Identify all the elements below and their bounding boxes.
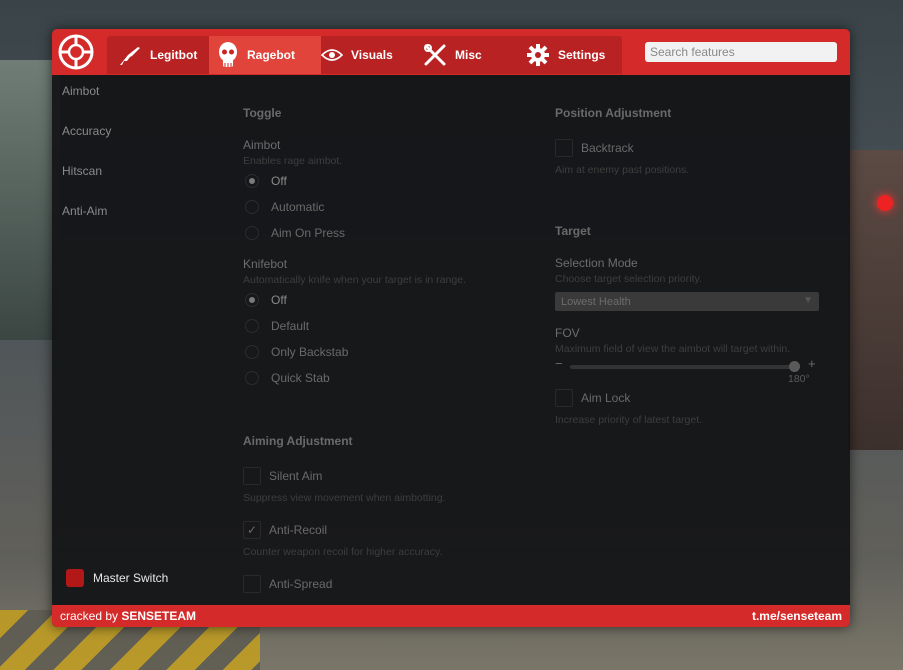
selection-mode-dropdown[interactable]: Lowest Health ▼ xyxy=(555,292,819,311)
background-red-light xyxy=(877,195,893,211)
sidebar-item-anti-aim[interactable]: Anti-Aim xyxy=(62,204,107,218)
rifle-icon xyxy=(118,43,142,67)
checkbox-box[interactable] xyxy=(243,575,261,593)
fov-slider[interactable] xyxy=(570,361,800,372)
radio-button[interactable] xyxy=(245,345,259,359)
selection-mode-label: Selection Mode xyxy=(555,256,638,270)
tab-legitbot[interactable]: Legitbot xyxy=(110,36,214,74)
radio-label: Automatic xyxy=(271,200,325,214)
fov-label: FOV xyxy=(555,326,580,340)
knifebot-option-quick-stab[interactable]: Quick Stab xyxy=(245,371,330,385)
radio-label: Off xyxy=(271,293,287,307)
radio-button[interactable] xyxy=(245,200,259,214)
section-title-target: Target xyxy=(555,224,591,238)
background-scene-left xyxy=(0,60,60,340)
silent-aim-checkbox[interactable]: Silent Aim xyxy=(243,467,322,485)
footer-credit-prefix: cracked by xyxy=(60,609,122,623)
section-title-aiming-adjustment: Aiming Adjustment xyxy=(243,434,353,448)
checkbox-label: Backtrack xyxy=(581,141,634,155)
radio-button[interactable] xyxy=(245,371,259,385)
tab-visuals[interactable]: Visuals xyxy=(319,36,413,74)
sidebar-item-accuracy[interactable]: Accuracy xyxy=(62,124,111,138)
radio-label: Only Backstab xyxy=(271,345,349,359)
crosshair-logo-icon xyxy=(57,33,95,71)
checkbox-box[interactable] xyxy=(555,139,573,157)
sidebar-item-hitscan[interactable]: Hitscan xyxy=(62,164,102,178)
wrench-screwdriver-icon xyxy=(423,43,447,67)
cheat-menu-window: Legitbot Ragebot Visuals Misc Settings S… xyxy=(52,29,850,627)
tab-legitbot-label: Legitbot xyxy=(150,48,198,62)
sidebar-item-aimbot[interactable]: Aimbot xyxy=(62,84,99,98)
knifebot-option-only-backstab[interactable]: Only Backstab xyxy=(245,345,348,359)
chevron-down-icon: ▼ xyxy=(803,295,813,306)
aim-lock-desc: Increase priority of latest target. xyxy=(555,414,703,426)
backtrack-checkbox[interactable]: Backtrack xyxy=(555,139,634,157)
tab-misc-label: Misc xyxy=(455,48,482,62)
footer-telegram-link[interactable]: t.me/senseteam xyxy=(752,609,842,623)
aimbot-label: Aimbot xyxy=(243,138,281,152)
master-switch[interactable]: Master Switch xyxy=(66,569,168,587)
eye-icon xyxy=(321,48,343,62)
backtrack-desc: Aim at enemy past positions. xyxy=(555,164,690,176)
master-switch-checkbox[interactable] xyxy=(66,569,84,587)
checkbox-label: Aim Lock xyxy=(581,391,631,405)
knifebot-label: Knifebot xyxy=(243,257,288,271)
checkbox-label: Anti-Recoil xyxy=(269,523,328,537)
fov-desc: Maximum field of view the aimbot will ta… xyxy=(555,343,791,355)
footer-credit: cracked by SENSETEAM xyxy=(60,609,196,623)
selection-mode-value: Lowest Health xyxy=(561,295,631,308)
anti-spread-checkbox[interactable]: Anti-Spread xyxy=(243,575,332,593)
aimbot-option-automatic[interactable]: Automatic xyxy=(245,200,324,214)
footer-brand: SENSETEAM xyxy=(121,609,197,623)
checkbox-box[interactable] xyxy=(243,467,261,485)
master-switch-label: Master Switch xyxy=(93,571,169,585)
anti-recoil-desc: Counter weapon recoil for higher accurac… xyxy=(243,546,443,558)
radio-label: Quick Stab xyxy=(271,371,330,385)
anti-recoil-checkbox[interactable]: ✓ Anti-Recoil xyxy=(243,521,327,539)
fov-decrease-button[interactable]: − xyxy=(555,356,563,371)
knifebot-option-off[interactable]: Off xyxy=(245,293,287,307)
top-bar: Legitbot Ragebot Visuals Misc Settings S… xyxy=(52,29,850,75)
section-title-toggle: Toggle xyxy=(243,106,282,120)
fov-increase-button[interactable]: + xyxy=(808,356,816,371)
radio-button[interactable] xyxy=(245,319,259,333)
search-input[interactable] xyxy=(645,42,837,62)
aim-lock-checkbox[interactable]: Aim Lock xyxy=(555,389,630,407)
sidebar: Aimbot Accuracy Hitscan Anti-Aim xyxy=(52,75,232,605)
tab-ragebot[interactable]: Ragebot xyxy=(209,36,321,74)
tab-ragebot-label: Ragebot xyxy=(247,48,295,62)
radio-button[interactable] xyxy=(245,174,259,188)
radio-label: Aim On Press xyxy=(271,226,346,240)
gear-icon xyxy=(526,43,550,67)
knifebot-desc: Automatically knife when your target is … xyxy=(243,274,466,286)
background-scene-right xyxy=(848,150,903,450)
fov-value: 180° xyxy=(788,373,810,385)
tab-settings[interactable]: Settings xyxy=(524,36,624,74)
checkmark-icon[interactable]: ✓ xyxy=(243,521,261,539)
radio-label: Off xyxy=(271,174,287,188)
silent-aim-desc: Suppress view movement when aimbotting. xyxy=(243,492,446,504)
checkbox-label: Anti-Spread xyxy=(269,577,333,591)
checkbox-label: Silent Aim xyxy=(269,469,323,483)
selection-mode-desc: Choose target selection priority. xyxy=(555,273,702,285)
tab-visuals-label: Visuals xyxy=(351,48,393,62)
tab-misc[interactable]: Misc xyxy=(421,36,515,74)
radio-button[interactable] xyxy=(245,293,259,307)
aimbot-desc: Enables rage aimbot. xyxy=(243,155,343,167)
footer-bar: cracked by SENSETEAM t.me/senseteam xyxy=(52,605,850,627)
radio-label: Default xyxy=(271,319,310,333)
ragebot-content: Toggle Aimbot Enables rage aimbot. Off A… xyxy=(242,75,850,605)
skull-icon xyxy=(217,41,239,69)
aimbot-option-off[interactable]: Off xyxy=(245,174,287,188)
main-tabs: Legitbot Ragebot Visuals Misc Settings xyxy=(107,36,622,74)
aimbot-option-aim-on-press[interactable]: Aim On Press xyxy=(245,226,345,240)
section-title-position-adjustment: Position Adjustment xyxy=(555,106,672,120)
checkbox-box[interactable] xyxy=(555,389,573,407)
tab-settings-label: Settings xyxy=(558,48,606,62)
fov-slider-handle[interactable] xyxy=(789,361,800,372)
knifebot-option-default[interactable]: Default xyxy=(245,319,309,333)
radio-button[interactable] xyxy=(245,226,259,240)
